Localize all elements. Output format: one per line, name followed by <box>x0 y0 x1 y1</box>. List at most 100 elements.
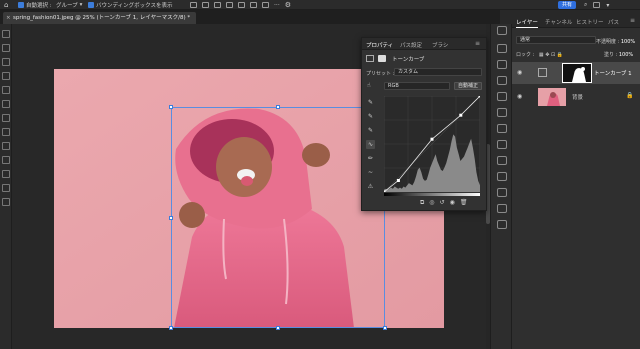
hand-adjust-icon[interactable]: ☝ <box>367 82 371 89</box>
auto-select-dropdown[interactable]: グループ ▾ <box>56 1 82 9</box>
distribute-icon[interactable] <box>262 2 269 8</box>
search-icon[interactable]: ⌕ <box>584 1 587 9</box>
eraser-tool-icon[interactable] <box>2 142 10 150</box>
crop-tool-icon[interactable] <box>2 86 10 94</box>
transform-handle[interactable] <box>276 105 280 109</box>
panel-menu-icon[interactable]: ≡ <box>630 17 635 24</box>
eyedropper-tool-icon[interactable] <box>2 100 10 108</box>
clipping-warning-icon[interactable]: ⚠ <box>366 182 375 191</box>
layer-name[interactable]: トーンカーブ 1 <box>594 69 632 77</box>
align-right-icon[interactable] <box>214 2 221 8</box>
smooth-icon[interactable]: ~ <box>366 168 375 177</box>
eyedropper-white-icon[interactable]: ✎ <box>366 126 375 135</box>
opacity-value[interactable]: 100% <box>621 39 635 45</box>
pen-tool-icon[interactable] <box>2 170 10 178</box>
tab-brush[interactable]: ブラシ <box>432 41 448 49</box>
character-icon[interactable] <box>497 140 507 149</box>
close-icon[interactable]: × <box>6 12 11 24</box>
visibility-eye-icon[interactable]: ◉ <box>450 199 455 207</box>
transform-handle[interactable] <box>169 326 173 330</box>
show-transform-checkbox[interactable]: バウンディングボックスを表示 <box>88 1 172 9</box>
layer-row-curves[interactable]: ◉ トーンカーブ 1 <box>512 62 640 84</box>
align-bottom-icon[interactable] <box>250 2 257 8</box>
share-button[interactable]: 共有 <box>558 1 576 9</box>
transform-handle[interactable] <box>276 326 280 330</box>
document-tab[interactable]: × spring_fashion01.jpeg @ 25% (トーンカーブ 1,… <box>3 12 196 24</box>
info-icon[interactable] <box>497 26 507 35</box>
tab-paths[interactable]: パス <box>608 18 619 26</box>
paragraph-icon[interactable] <box>497 156 507 165</box>
curve-control-point[interactable] <box>459 113 463 117</box>
align-center-icon[interactable] <box>202 2 209 8</box>
type-tool-icon[interactable] <box>2 184 10 192</box>
curve-control-point[interactable] <box>430 137 434 141</box>
curve-point-tool-icon[interactable]: ∿ <box>366 140 375 149</box>
navigator-icon[interactable] <box>497 220 507 229</box>
tab-properties[interactable]: プロパティ <box>366 41 393 49</box>
home-icon[interactable]: ⌂ <box>4 1 8 9</box>
channel-dropdown[interactable]: RGB <box>384 82 450 90</box>
fill-control[interactable]: 塗り : 100% <box>604 51 640 58</box>
libraries-icon[interactable] <box>497 188 507 197</box>
layer-name[interactable]: 背景 <box>572 93 583 101</box>
tab-path-settings[interactable]: パス設定 <box>400 41 422 49</box>
marquee-tool-icon[interactable] <box>2 44 10 52</box>
gradient-tool-icon[interactable] <box>2 156 10 164</box>
preset-dropdown[interactable]: カスタム <box>394 68 482 76</box>
panel-menu-icon[interactable]: ≡ <box>475 40 480 47</box>
lock-all-icon[interactable]: 🔒 <box>557 52 563 58</box>
mask-icon[interactable] <box>378 55 386 62</box>
workspace-icon[interactable] <box>593 2 601 8</box>
trash-icon[interactable]: 🗑 <box>460 199 468 207</box>
color-icon[interactable] <box>497 60 507 69</box>
auto-select-checkbox[interactable]: 自動選択 : <box>18 1 52 9</box>
layer-row-background[interactable]: ◉ 背景 🔒 <box>512 86 640 108</box>
transform-handle[interactable] <box>169 216 173 220</box>
curves-graph[interactable] <box>384 96 480 192</box>
patterns-icon[interactable] <box>497 204 507 213</box>
view-previous-icon[interactable]: ◎ <box>429 199 434 207</box>
opacity-control[interactable]: 不透明度 : 100% <box>596 38 640 45</box>
clip-to-layer-icon[interactable]: ⧉ <box>420 199 424 207</box>
eyedropper-black-icon[interactable]: ✎ <box>366 98 375 107</box>
glyphs-icon[interactable] <box>497 172 507 181</box>
brush-settings-icon[interactable] <box>497 108 507 117</box>
history-icon[interactable] <box>497 92 507 101</box>
visibility-eye-icon[interactable]: ◉ <box>517 69 522 76</box>
link-icon[interactable] <box>552 66 559 80</box>
brush-tool-icon[interactable] <box>2 114 10 122</box>
align-middle-icon[interactable] <box>238 2 245 8</box>
reset-icon[interactable]: ↺ <box>440 199 445 207</box>
lock-position-icon[interactable]: ✥ <box>545 52 549 58</box>
move-tool-icon[interactable] <box>2 30 10 38</box>
swatches-icon[interactable] <box>497 76 507 85</box>
more-options-icon[interactable]: ··· <box>274 2 280 9</box>
stamp-tool-icon[interactable] <box>2 128 10 136</box>
hand-tool-icon[interactable] <box>2 198 10 206</box>
chevron-down-icon[interactable]: ▾ <box>606 2 609 9</box>
align-left-icon[interactable] <box>190 2 197 8</box>
curve-control-point[interactable] <box>396 179 400 182</box>
auto-button[interactable]: 自動補正 <box>454 82 482 90</box>
quick-select-tool-icon[interactable] <box>2 72 10 80</box>
curve-control-point[interactable] <box>384 190 386 193</box>
adjustments-icon[interactable] <box>497 44 507 53</box>
lock-pixels-icon[interactable]: ▦ <box>539 52 544 58</box>
lasso-tool-icon[interactable] <box>2 58 10 66</box>
clone-source-icon[interactable] <box>497 124 507 133</box>
visibility-eye-icon[interactable]: ◉ <box>517 93 522 100</box>
align-top-icon[interactable] <box>226 2 233 8</box>
eyedropper-gray-icon[interactable]: ✎ <box>366 112 375 121</box>
tab-channels[interactable]: チャンネル <box>545 18 572 26</box>
pencil-draw-icon[interactable]: ✏ <box>366 154 375 163</box>
curve-control-point[interactable] <box>478 96 481 98</box>
settings-gear-icon[interactable]: ⚙ <box>285 1 291 9</box>
tab-layers[interactable]: レイヤー <box>516 18 538 28</box>
tab-history[interactable]: ヒストリー <box>576 18 604 26</box>
fill-value[interactable]: 100% <box>619 52 633 58</box>
transform-bounding-box[interactable] <box>171 107 385 328</box>
lock-artboard-icon[interactable]: ⊡ <box>551 52 555 58</box>
transform-handle[interactable] <box>169 105 173 109</box>
layer-mask-thumbnail[interactable] <box>562 63 592 83</box>
blend-mode-dropdown[interactable]: 通常 <box>516 36 596 44</box>
